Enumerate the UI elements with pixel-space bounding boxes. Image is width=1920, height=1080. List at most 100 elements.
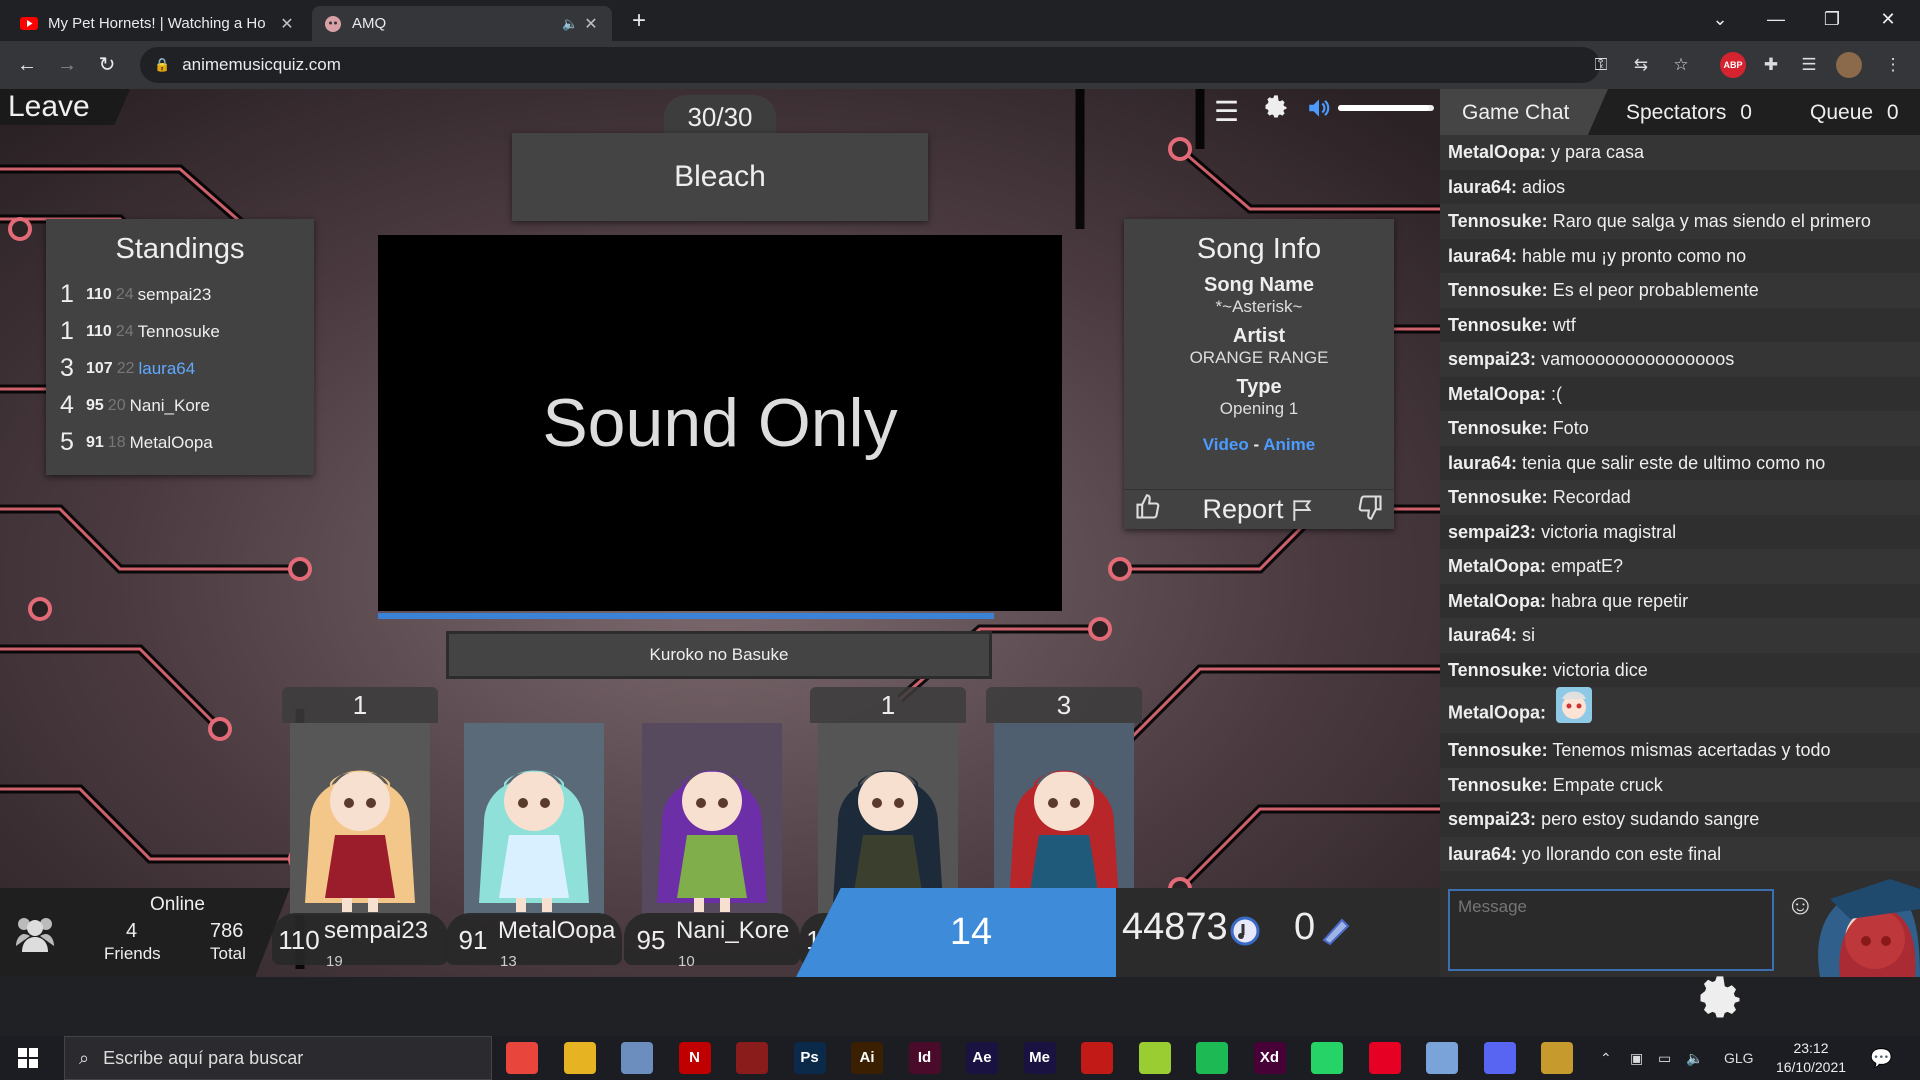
extensions-puzzle-icon[interactable]: ✚ — [1758, 52, 1784, 78]
address-bar[interactable]: 🔒 animemusicquiz.com — [140, 47, 1600, 83]
taskbar-app-icon[interactable]: Me — [1023, 1042, 1056, 1074]
chat-messages[interactable]: MetalOopa: y para casa laura64: adios Tenn… — [1440, 135, 1920, 927]
taskbar-app-icon[interactable]: Id — [908, 1042, 941, 1074]
chat-author[interactable]: Tennosuke: — [1448, 211, 1548, 231]
player-avatar[interactable] — [464, 723, 604, 915]
taskbar-app-icon[interactable] — [506, 1042, 538, 1074]
taskbar-app-icon[interactable]: Ps — [793, 1042, 826, 1074]
taskbar-app-icon[interactable] — [1081, 1042, 1113, 1074]
chat-author[interactable]: laura64: — [1448, 246, 1517, 266]
key-icon[interactable]: ⚿ — [1588, 52, 1614, 78]
anime-link[interactable]: Anime — [1263, 435, 1315, 454]
chat-author[interactable]: laura64: — [1448, 177, 1517, 197]
chat-author[interactable]: MetalOopa: — [1448, 591, 1546, 611]
close-tab-icon[interactable]: ✕ — [278, 14, 296, 34]
player-avatar[interactable] — [994, 723, 1134, 915]
windows-start-icon[interactable] — [18, 1048, 38, 1073]
chat-author[interactable]: Tennosuke: — [1448, 740, 1548, 760]
chat-author[interactable]: Tennosuke: — [1448, 487, 1548, 507]
chat-author[interactable]: laura64: — [1448, 844, 1517, 864]
tab-queue[interactable]: Queue 0 — [1810, 89, 1899, 135]
tray-battery-icon[interactable]: ▭ — [1658, 1036, 1671, 1080]
taskbar-app-icon[interactable] — [621, 1042, 653, 1074]
chat-author[interactable]: sempai23: — [1448, 349, 1536, 369]
chat-author[interactable]: MetalOopa: — [1448, 702, 1546, 722]
taskbar-app-icon[interactable] — [1311, 1042, 1343, 1074]
volume-icon[interactable] — [1306, 95, 1332, 135]
player-card[interactable]: 91 MetalOopa 13 — [446, 687, 622, 977]
taskbar-app-icon[interactable]: Ai — [851, 1042, 883, 1074]
player-card[interactable]: 1 110 sempai23 19 — [272, 687, 448, 977]
taskbar-app-icon[interactable] — [1483, 1042, 1516, 1074]
taskbar-app-icon[interactable] — [1368, 1042, 1401, 1074]
chat-author[interactable]: Tennosuke: — [1448, 660, 1548, 680]
taskbar-app-icon[interactable]: N — [678, 1042, 711, 1074]
reading-list-icon[interactable]: ☰ — [1796, 52, 1822, 78]
adblock-icon[interactable]: ABP — [1720, 52, 1746, 78]
chat-author[interactable]: MetalOopa: — [1448, 384, 1546, 404]
reload-icon[interactable]: ↻ — [90, 49, 124, 81]
taskbar-app-icon[interactable] — [736, 1042, 768, 1074]
player-avatar[interactable] — [642, 723, 782, 915]
chat-author[interactable]: sempai23: — [1448, 809, 1536, 829]
tab-search-icon[interactable]: ⌄ — [1692, 0, 1748, 41]
report-button[interactable]: Report — [1202, 494, 1315, 525]
minimize-window-icon[interactable]: — — [1748, 0, 1804, 41]
chat-author[interactable]: MetalOopa: — [1448, 142, 1546, 162]
thumbs-down-icon[interactable] — [1356, 493, 1384, 526]
tray-volume-icon[interactable]: 🔈 — [1686, 1036, 1703, 1080]
taskbar-app-icon[interactable]: Xd — [1253, 1042, 1286, 1074]
taskbar-app-icon[interactable]: Ae — [966, 1042, 998, 1074]
chat-author[interactable]: laura64: — [1448, 625, 1517, 645]
taskbar-app-icon[interactable] — [1426, 1042, 1458, 1074]
profile-avatar[interactable] — [1836, 52, 1862, 78]
browser-tab-amq[interactable]: AMQ 🔈 ✕ — [312, 6, 612, 41]
taskbar-clock[interactable]: 23:12 16/10/2021 — [1766, 1039, 1856, 1077]
taskbar-app-icon[interactable] — [563, 1042, 596, 1074]
notifications-icon[interactable]: 💬 — [1870, 1036, 1892, 1080]
taskbar-app-icon[interactable] — [1196, 1042, 1228, 1074]
friends-panel[interactable]: Online 4 Friends 786 Total — [0, 888, 290, 977]
chat-author[interactable]: MetalOopa: — [1448, 556, 1546, 576]
hamburger-menu-icon[interactable]: ☰ — [1214, 95, 1239, 135]
thumbs-up-icon[interactable] — [1134, 493, 1162, 526]
chat-author[interactable]: Tennosuke: — [1448, 418, 1548, 438]
chat-author[interactable]: Tennosuke: — [1448, 315, 1548, 335]
chat-author[interactable]: Tennosuke: — [1448, 775, 1548, 795]
close-tab-icon[interactable]: ✕ — [582, 14, 600, 34]
player-card[interactable]: 95 Nani_Kore 10 — [624, 687, 800, 977]
restore-window-icon[interactable]: ❐ — [1804, 0, 1860, 41]
back-arrow-icon[interactable]: ← — [10, 49, 44, 81]
settings-gear-icon[interactable] — [1262, 93, 1290, 133]
new-tab-button[interactable]: + — [624, 6, 654, 36]
tab-spectators[interactable]: Spectators 0 — [1626, 89, 1752, 135]
leave-button[interactable]: Leave — [0, 89, 130, 125]
chat-author[interactable]: laura64: — [1448, 453, 1517, 473]
video-link[interactable]: Video — [1203, 435, 1249, 454]
taskbar-app-icon[interactable] — [1541, 1042, 1573, 1074]
chat-author[interactable]: Tennosuke: — [1448, 280, 1548, 300]
tray-chevron-icon[interactable]: ⌃ — [1600, 1036, 1612, 1080]
taskbar-search[interactable]: ⌕ Escribe aquí para buscar — [64, 1036, 492, 1080]
standings-player-name[interactable]: laura64 — [139, 359, 196, 379]
close-window-icon[interactable]: ✕ — [1860, 0, 1916, 41]
forward-arrow-icon[interactable]: → — [50, 49, 84, 81]
taskbar-app-icon[interactable] — [1138, 1042, 1171, 1074]
settings-large-gear-icon[interactable] — [1694, 972, 1746, 1029]
answer-input[interactable]: Kuroko no Basuke — [446, 631, 992, 679]
browser-tab-youtube[interactable]: My Pet Hornets! | Watching a Ho ✕ — [8, 6, 308, 41]
chat-message-input[interactable] — [1448, 889, 1774, 971]
volume-slider[interactable] — [1338, 105, 1434, 111]
player-avatar[interactable] — [818, 723, 958, 915]
chat-author[interactable]: sempai23: — [1448, 522, 1536, 542]
standings-player-name[interactable]: Nani_Kore — [130, 396, 210, 416]
player-avatar[interactable] — [290, 723, 430, 915]
tray-language[interactable]: GLG — [1724, 1036, 1754, 1080]
translate-icon[interactable]: ⇆ — [1628, 52, 1654, 78]
standings-player-name[interactable]: Tennosuke — [138, 322, 220, 342]
standings-player-name[interactable]: sempai23 — [138, 285, 212, 305]
tab-game-chat[interactable]: Game Chat — [1440, 89, 1608, 135]
menu-dots-icon[interactable]: ⋮ — [1880, 52, 1906, 78]
tray-network-icon[interactable]: ▣ — [1630, 1036, 1643, 1080]
bookmark-star-icon[interactable]: ☆ — [1668, 52, 1694, 78]
